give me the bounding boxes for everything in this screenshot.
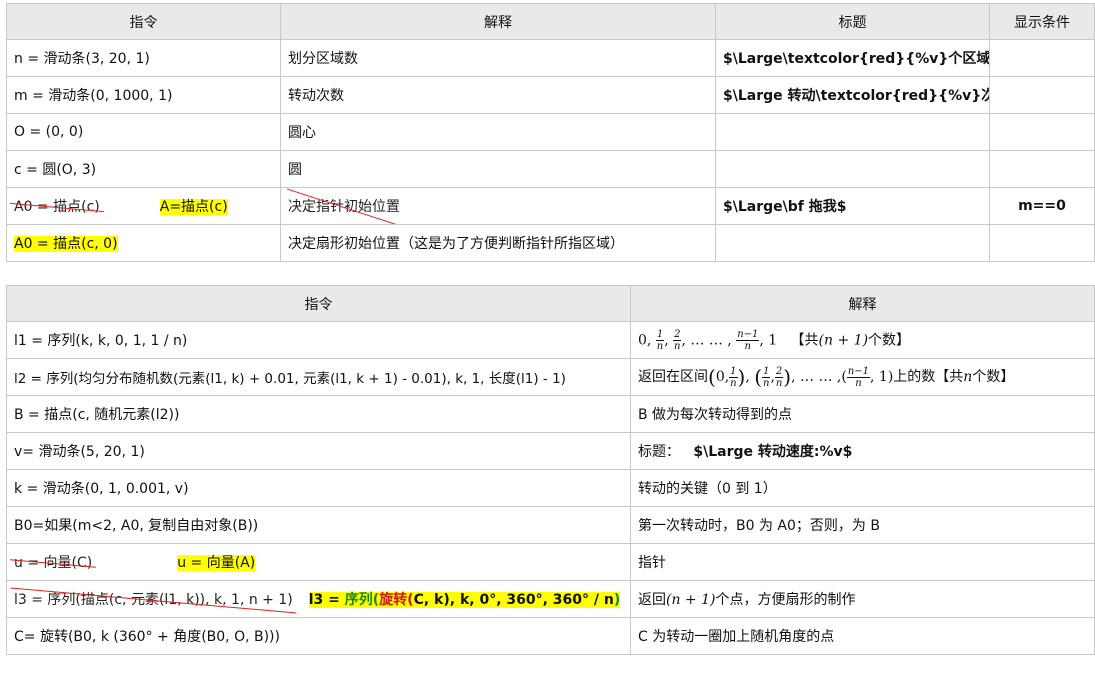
fraction: 1n bbox=[655, 328, 665, 352]
table-row: B = 描点(c, 随机元素(l2)) B 做为每次转动得到的点 bbox=[6, 395, 1095, 433]
command-cell: C= 旋转(B0, k (360° + 角度(B0, O, B))) bbox=[6, 617, 631, 655]
header-title: 标题 bbox=[715, 3, 990, 40]
fraction: n−1 n bbox=[846, 365, 871, 389]
explanation-cell: 决定指针初始位置 bbox=[280, 187, 716, 225]
command-cell: l1 = 序列(k, k, 0, 1, 1 / n) bbox=[6, 321, 631, 359]
struck-command: A0 = 描点(c) bbox=[14, 199, 100, 215]
explanation-text: 决定指针初始位置 bbox=[288, 199, 400, 215]
replacement-command: u = 向量(A) bbox=[177, 555, 256, 571]
header-explanation: 解释 bbox=[280, 3, 716, 40]
command-cell: l2 = 序列(均匀分布随机数(元素(l1, k) + 0.01, 元素(l1,… bbox=[6, 358, 631, 396]
math-text: , … … , bbox=[791, 369, 842, 385]
explanation-cell: 返回在区间(0, 1 n), (1 n, 2 n), … … ,(n−1 n, 1)上的数【… bbox=[630, 358, 1095, 396]
condition-cell bbox=[989, 39, 1095, 77]
table-row: m = 滑动条(0, 1000, 1) 转动次数 $\Large 转动\text… bbox=[6, 76, 1095, 114]
title-cell bbox=[715, 224, 990, 262]
header-command: 指令 bbox=[6, 3, 281, 40]
instruction-table-1: 指令 解释 标题 显示条件 n = 滑动条(3, 20, 1) 划分区域数 $\… bbox=[6, 3, 1095, 262]
table-header-row: 指令 解释 标题 显示条件 bbox=[6, 3, 1095, 40]
condition-cell bbox=[989, 224, 1095, 262]
explanation-cell: 圆心 bbox=[280, 113, 716, 151]
math-text: (n + 1) bbox=[666, 592, 716, 608]
table-row: O = (0, 0) 圆心 bbox=[6, 113, 1095, 151]
math-text: , … … , bbox=[681, 332, 732, 348]
explanation-cell: 转动次数 bbox=[280, 76, 716, 114]
explanation-cell: 第一次转动时，B0 为 A0；否则，为 B bbox=[630, 506, 1095, 544]
command-cell: m = 滑动条(0, 1000, 1) bbox=[6, 76, 281, 114]
explanation-cell: 0, 1n, 2n, … … , n−1 n, 1 【共(n + 1)个数】 bbox=[630, 321, 1095, 359]
command-cell: u = 向量(C) u = 向量(A) bbox=[6, 543, 631, 581]
condition-cell bbox=[989, 113, 1095, 151]
title-cell bbox=[715, 150, 990, 188]
explanation-text: 个点，方便扇形的制作 bbox=[715, 592, 856, 608]
note-text: 个数】 bbox=[868, 332, 911, 348]
explanation-text: 返回在区间 bbox=[638, 369, 708, 385]
explanation-cell: B 做为每次转动得到的点 bbox=[630, 395, 1095, 433]
condition-cell: m==0 bbox=[989, 187, 1095, 225]
header-command: 指令 bbox=[6, 285, 631, 322]
explanation-cell: 决定扇形初始位置（这是为了方便判断指针所指区域） bbox=[280, 224, 716, 262]
explanation-text: 上的数【共 bbox=[893, 369, 964, 385]
table-row: v= 滑动条(5, 20, 1) 标题： $\Large 转动速度:%v$ bbox=[6, 432, 1095, 470]
table-row: C= 旋转(B0, k (360° + 角度(B0, O, B))) C 为转动… bbox=[6, 617, 1095, 655]
fraction: n−1 n bbox=[736, 328, 760, 352]
fraction: 1n bbox=[762, 365, 771, 389]
command-cell: l3 = 序列(描点(c, 元素(l1, k)), k, 1, n + 1) l3… bbox=[6, 580, 631, 618]
explanation-cell: 圆 bbox=[280, 150, 716, 188]
header-explanation: 解释 bbox=[630, 285, 1095, 322]
math-text: n bbox=[963, 369, 973, 385]
table-row: A0 = 描点(c) A=描点(c) 决定指针初始位置 $\Large\bf 拖我… bbox=[6, 187, 1095, 225]
table-row: l1 = 序列(k, k, 0, 1, 1 / n) 0, 1n, 2n, … … bbox=[6, 321, 1095, 359]
explanation-text: 返回 bbox=[638, 592, 666, 608]
command-cell: n = 滑动条(3, 20, 1) bbox=[6, 39, 281, 77]
explanation-cell: 返回(n + 1)个点，方便扇形的制作 bbox=[630, 580, 1095, 618]
title-cell: $\Large\bf 拖我$ bbox=[715, 187, 990, 225]
struck-command: u = 向量(C) bbox=[14, 555, 93, 571]
note-text: 【共 bbox=[790, 332, 819, 348]
struck-command: l3 = 序列(描点(c, 元素(l1, k)), k, 1, n + 1) bbox=[14, 592, 293, 608]
title-cell bbox=[715, 113, 990, 151]
command-cell: A0 = 描点(c, 0) bbox=[6, 224, 281, 262]
explanation-cell: 转动的关键（0 到 1） bbox=[630, 469, 1095, 507]
command-cell: A0 = 描点(c) A=描点(c) bbox=[6, 187, 281, 225]
table-row: A0 = 描点(c, 0) 决定扇形初始位置（这是为了方便判断指针所指区域） bbox=[6, 224, 1095, 262]
table-header-row: 指令 解释 bbox=[6, 285, 1095, 322]
math-text: , 1 bbox=[759, 332, 778, 348]
highlighted-command: A0 = 描点(c, 0) bbox=[14, 236, 118, 252]
table-row: l3 = 序列(描点(c, 元素(l1, k)), k, 1, n + 1) l3… bbox=[6, 580, 1095, 618]
explanation-text: 个数】 bbox=[972, 369, 1015, 385]
command-cell: B0=如果(m<2, A0, 复制自由对象(B)) bbox=[6, 506, 631, 544]
table-row: c = 圆(O, 3) 圆 bbox=[6, 150, 1095, 188]
replacement-command: A=描点(c) bbox=[159, 199, 228, 215]
table-row: k = 滑动条(0, 1, 0.001, v) 转动的关键（0 到 1） bbox=[6, 469, 1095, 507]
title-format: $\Large 转动速度:%v$ bbox=[693, 444, 853, 460]
fraction: 1n bbox=[729, 365, 738, 389]
command-cell: c = 圆(O, 3) bbox=[6, 150, 281, 188]
title-cell: $\Large 转动\textcolor{red}{%v}次$ bbox=[715, 76, 990, 114]
table-row: n = 滑动条(3, 20, 1) 划分区域数 $\Large\textcolo… bbox=[6, 39, 1095, 77]
replacement-command: l3 = 序列(旋转(C, k), k, 0°, 360°, 360° / n) bbox=[308, 592, 621, 608]
condition-cell bbox=[989, 76, 1095, 114]
explanation-label: 标题： bbox=[638, 444, 680, 460]
header-condition: 显示条件 bbox=[989, 3, 1095, 40]
explanation-cell: 划分区域数 bbox=[280, 39, 716, 77]
condition-cell bbox=[989, 150, 1095, 188]
math-text: (n + 1) bbox=[818, 332, 869, 348]
math-text: 0, bbox=[638, 332, 652, 348]
explanation-cell: 指针 bbox=[630, 543, 1095, 581]
command-cell: O = (0, 0) bbox=[6, 113, 281, 151]
command-cell: B = 描点(c, 随机元素(l2)) bbox=[6, 395, 631, 433]
table-row: l2 = 序列(均匀分布随机数(元素(l1, k) + 0.01, 元素(l1,… bbox=[6, 358, 1095, 396]
title-cell: $\Large\textcolor{red}{%v}个区域$ bbox=[715, 39, 990, 77]
table-row: B0=如果(m<2, A0, 复制自由对象(B)) 第一次转动时，B0 为 A0… bbox=[6, 506, 1095, 544]
command-cell: k = 滑动条(0, 1, 0.001, v) bbox=[6, 469, 631, 507]
table-row: u = 向量(C) u = 向量(A) 指针 bbox=[6, 543, 1095, 581]
explanation-cell: C 为转动一圈加上随机角度的点 bbox=[630, 617, 1095, 655]
instruction-table-2: 指令 解释 l1 = 序列(k, k, 0, 1, 1 / n) 0, 1n, … bbox=[6, 285, 1095, 655]
explanation-cell: 标题： $\Large 转动速度:%v$ bbox=[630, 432, 1095, 470]
command-cell: v= 滑动条(5, 20, 1) bbox=[6, 432, 631, 470]
